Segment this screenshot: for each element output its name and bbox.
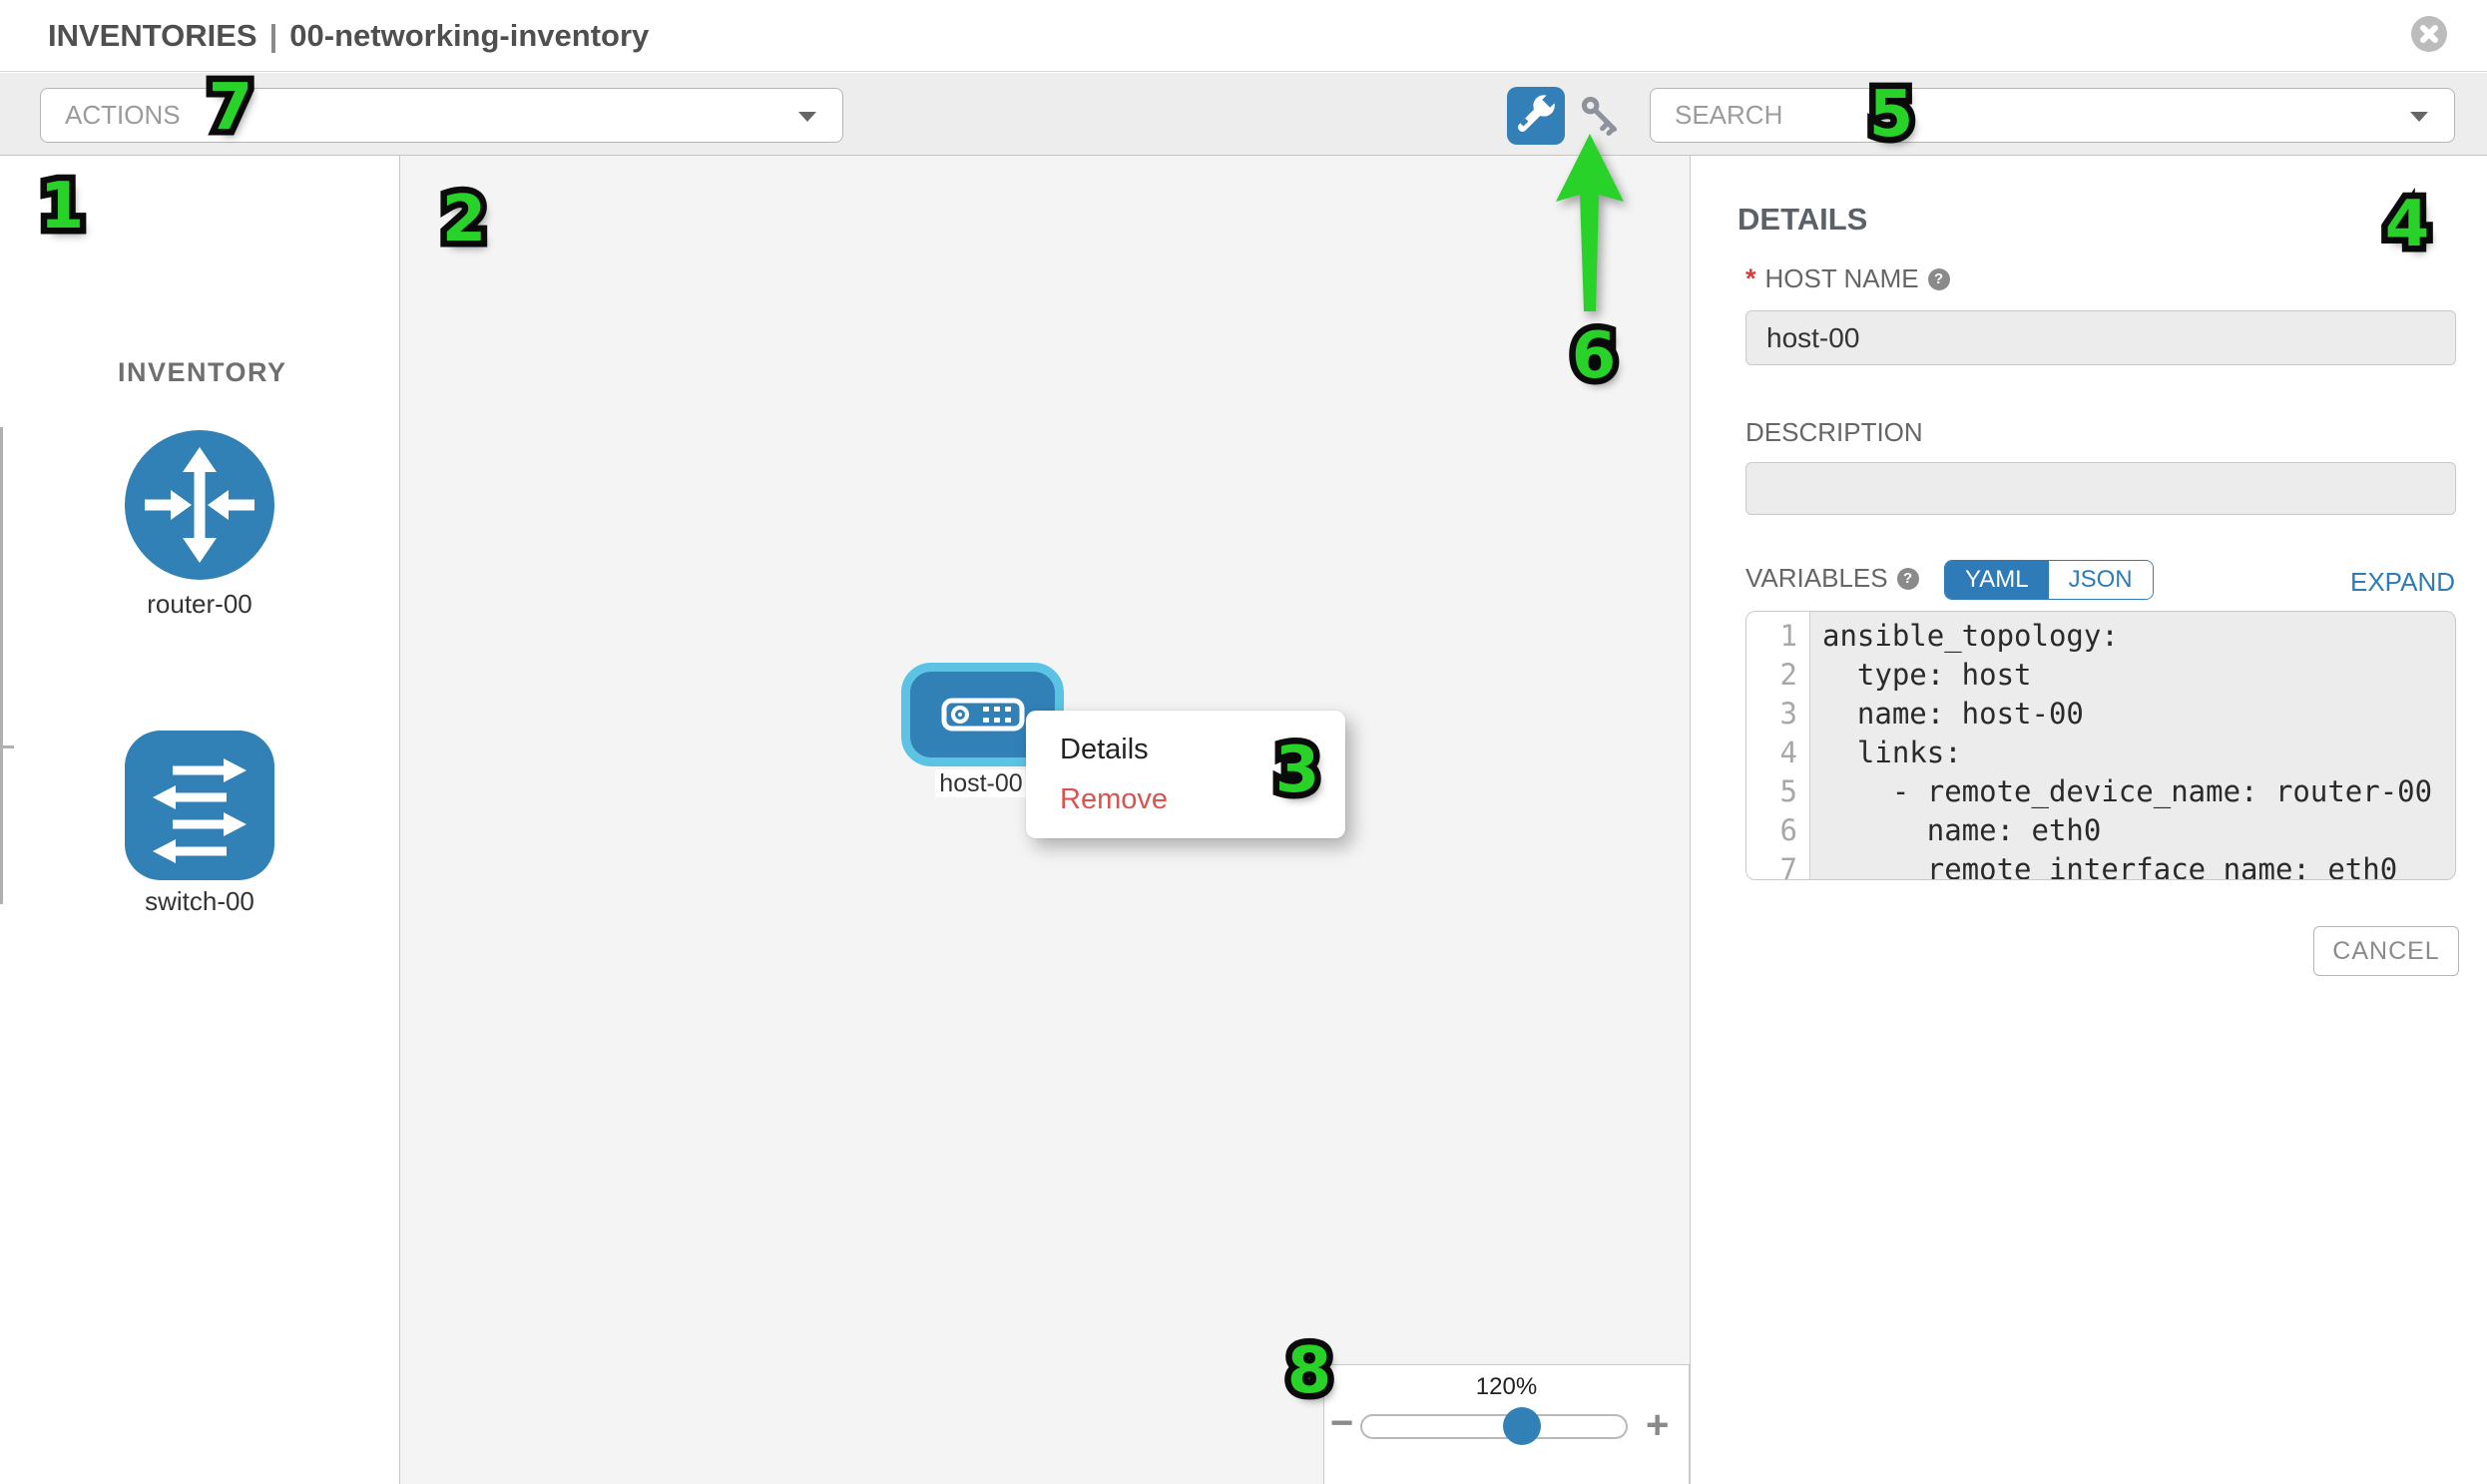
caret-down-icon	[2410, 112, 2428, 122]
line-number: 4	[1746, 734, 1809, 772]
toolbox-toggle-button[interactable]	[1507, 87, 1565, 145]
caret-down-icon	[798, 112, 816, 122]
help-icon[interactable]: ?	[1897, 568, 1919, 590]
code-line: remote_interface_name: eth0	[1822, 850, 2455, 880]
description-label: DESCRIPTION	[1745, 417, 1923, 448]
help-icon[interactable]: ?	[1928, 268, 1950, 290]
router-icon	[125, 430, 274, 580]
inventory-toolbox: INVENTORY router-00	[0, 156, 400, 1484]
palette-item-router[interactable]	[125, 430, 274, 580]
line-number: 6	[1746, 811, 1809, 850]
host-name-label: HOST NAME	[1765, 263, 1919, 294]
toolbar: ACTIONS	[0, 73, 2487, 156]
switch-icon	[125, 731, 274, 880]
key-button[interactable]	[1574, 89, 1628, 143]
page-title-inventory-name: 00-networking-inventory	[289, 18, 649, 53]
line-number: 2	[1746, 656, 1809, 695]
host-name-label-row: * HOST NAME ?	[1745, 263, 1950, 294]
editor-code[interactable]: ansible_topology: type: host name: host-…	[1810, 612, 2455, 879]
tab-json[interactable]: JSON	[2049, 561, 2153, 599]
code-line: - remote_device_name: router-00	[1822, 772, 2455, 811]
editor-line-numbers: 1 2 3 4 5 6 7	[1746, 612, 1810, 879]
key-icon	[1574, 89, 1628, 143]
cancel-button[interactable]: CANCEL	[2313, 926, 2459, 976]
search-dropdown-placeholder: SEARCH	[1675, 89, 1782, 142]
details-heading: DETAILS	[1738, 202, 1867, 238]
zoom-out-button[interactable]: −	[1330, 1401, 1353, 1446]
code-line: links:	[1822, 734, 2455, 772]
zoom-control: 120% − +	[1323, 1364, 1690, 1484]
actions-dropdown[interactable]: ACTIONS	[40, 88, 843, 143]
zoom-level-value: 120%	[1324, 1373, 1689, 1401]
page-header: INVENTORIES | 00-networking-inventory	[0, 0, 2487, 72]
code-line: type: host	[1822, 656, 2455, 695]
line-number: 5	[1746, 772, 1809, 811]
expand-link[interactable]: EXPAND	[2350, 567, 2455, 598]
toolbox-edge-line	[0, 427, 3, 904]
actions-dropdown-placeholder: ACTIONS	[65, 89, 181, 142]
close-button[interactable]	[2411, 16, 2447, 52]
context-menu-item-details[interactable]: Details	[1026, 725, 1345, 774]
search-dropdown[interactable]: SEARCH	[1650, 88, 2455, 143]
canvas-node-label: host-00	[935, 769, 1027, 797]
page-title-separator: |	[269, 18, 278, 53]
tab-yaml[interactable]: YAML	[1945, 561, 2049, 599]
details-panel: DETAILS * HOST NAME ? DESCRIPTION VARIAB…	[1690, 156, 2487, 1484]
inventories-topology-screen: INVENTORIES | 00-networking-inventory ACTI…	[0, 0, 2487, 1484]
palette-item-switch[interactable]	[125, 731, 274, 880]
line-number: 3	[1746, 695, 1809, 734]
zoom-slider-track[interactable]	[1360, 1414, 1628, 1439]
variables-label: VARIABLES	[1745, 563, 1888, 594]
inventory-toolbox-heading: INVENTORY	[118, 357, 287, 388]
context-menu: Details Remove	[1026, 711, 1345, 838]
zoom-in-button[interactable]: +	[1646, 1403, 1669, 1448]
code-line: ansible_topology:	[1822, 617, 2455, 656]
page-title: INVENTORIES | 00-networking-inventory	[48, 0, 649, 72]
close-icon	[2411, 16, 2447, 52]
variables-label-row: VARIABLES ?	[1745, 563, 1919, 594]
context-menu-item-remove[interactable]: Remove	[1026, 774, 1345, 824]
line-number: 7	[1746, 850, 1809, 880]
host-name-input[interactable]	[1745, 310, 2456, 365]
description-input[interactable]	[1745, 462, 2456, 515]
required-marker: *	[1745, 263, 1756, 294]
code-line: name: host-00	[1822, 695, 2455, 734]
code-line: name: eth0	[1822, 811, 2455, 850]
palette-item-label: switch-00	[0, 886, 399, 917]
toolbox-edge-line	[0, 745, 14, 748]
page-title-section: INVENTORIES	[48, 18, 257, 53]
line-number: 1	[1746, 617, 1809, 656]
wrench-icon	[1507, 87, 1563, 143]
variables-editor[interactable]: 1 2 3 4 5 6 7 ansible_topology: type: ho…	[1745, 611, 2456, 880]
zoom-slider-thumb[interactable]	[1503, 1407, 1541, 1445]
variables-format-toggle: YAML JSON	[1944, 560, 2154, 600]
host-icon	[941, 698, 1025, 732]
palette-item-label: router-00	[0, 589, 399, 620]
topology-canvas[interactable]: host-00 Details Remove 120% − +	[400, 156, 1690, 1484]
